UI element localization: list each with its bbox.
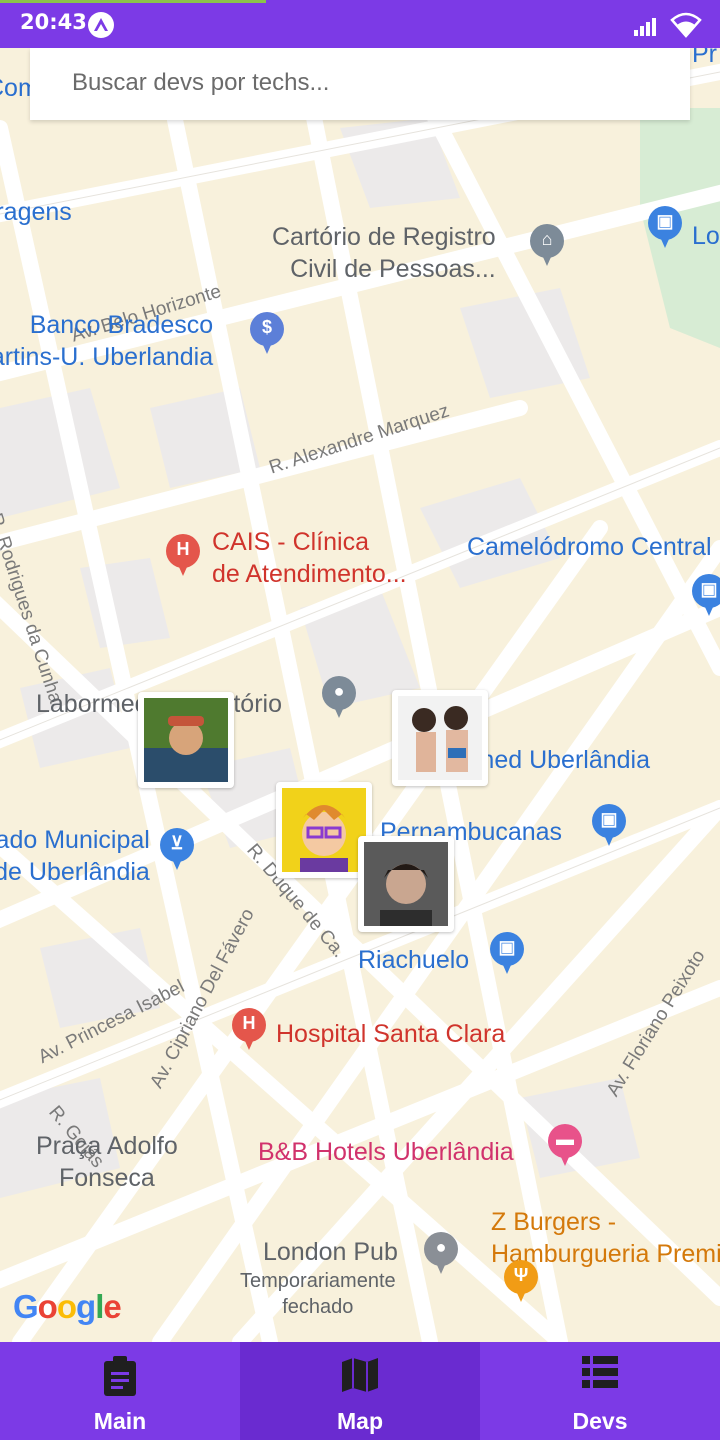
bank-pin-icon[interactable]: $ <box>250 312 284 356</box>
place-label-cais: CAIS - Clínica de Atendimento... <box>212 528 407 588</box>
place-label-hospital: Hospital Santa Clara <box>276 1020 506 1048</box>
search-input[interactable] <box>70 62 674 104</box>
tab-map-label: Map <box>337 1408 383 1434</box>
status-time: 20:43 <box>20 10 87 34</box>
hospital-pin-icon[interactable]: H <box>166 534 200 578</box>
tab-devs-label: Devs <box>572 1408 628 1434</box>
dev-avatar-image <box>282 788 366 872</box>
tab-main[interactable]: Main <box>0 1342 240 1440</box>
place-label-camelodromo: Camelódromo Central <box>467 533 712 561</box>
place-pin-icon[interactable]: ● <box>322 676 356 720</box>
tab-main-label: Main <box>93 1408 147 1434</box>
place-label-london-pub: London Pub <box>263 1238 398 1266</box>
shopping-pin-icon[interactable]: ▣ <box>592 804 626 848</box>
place-label-banco: Banco Bradesco Martins-U. Uberlandia <box>0 311 214 371</box>
place-label: Pr <box>692 48 717 68</box>
restaurant-pin-icon[interactable]: Ψ <box>504 1260 538 1304</box>
map-view[interactable]: Av. Belo Horizonte R. Alexandre Marquez … <box>0 48 720 1342</box>
google-logo: Google <box>13 1288 122 1325</box>
tab-devs[interactable]: Devs <box>480 1342 720 1440</box>
landmark-pin-icon[interactable]: ⌂ <box>530 224 564 268</box>
expo-icon <box>88 12 114 38</box>
cell-signal-icon <box>634 16 660 41</box>
place-label-mercado: Mercado Municipal de Uberlândia <box>0 826 150 886</box>
search-bar <box>30 48 690 120</box>
list-icon <box>582 1356 618 1393</box>
hotel-pin-icon[interactable]: ▬ <box>548 1124 582 1168</box>
place-label-praca: Praça Adolfo Fonseca <box>36 1132 178 1192</box>
cart-pin-icon[interactable]: ⊻ <box>160 828 194 872</box>
place-pin-icon[interactable]: ● <box>424 1232 458 1276</box>
dev-avatar-marker[interactable] <box>358 836 454 932</box>
bottom-tab-bar: Main Map Devs <box>0 1342 720 1440</box>
dev-avatar-marker[interactable] <box>138 692 234 788</box>
loading-progress-bar <box>0 0 266 3</box>
place-label-bb-hotels: B&B Hotels Uberlândia <box>258 1138 514 1166</box>
clipboard-icon <box>102 1356 138 1401</box>
dev-avatar-image <box>398 696 482 780</box>
dev-avatar-marker[interactable] <box>392 690 488 786</box>
place-label-riachuelo: Riachuelo <box>358 946 470 974</box>
map-icon <box>341 1356 379 1399</box>
tab-map[interactable]: Map <box>240 1342 480 1440</box>
place-label: Lo <box>692 222 720 250</box>
status-bar: 20:43 <box>0 0 720 48</box>
shopping-pin-icon[interactable]: ▣ <box>692 574 720 618</box>
place-status-london-pub: Temporariamente fechado <box>240 1270 396 1318</box>
place-label-cartorio: Cartório de Registro Civil de Pessoas... <box>272 223 496 283</box>
wifi-icon <box>670 12 702 43</box>
hospital-pin-icon[interactable]: H <box>232 1008 266 1052</box>
dev-avatar-image <box>144 698 228 782</box>
place-label: Garagens <box>0 198 72 226</box>
shopping-pin-icon[interactable]: ▣ <box>648 206 682 250</box>
shopping-pin-icon[interactable]: ▣ <box>490 932 524 976</box>
dev-avatar-image <box>364 842 448 926</box>
